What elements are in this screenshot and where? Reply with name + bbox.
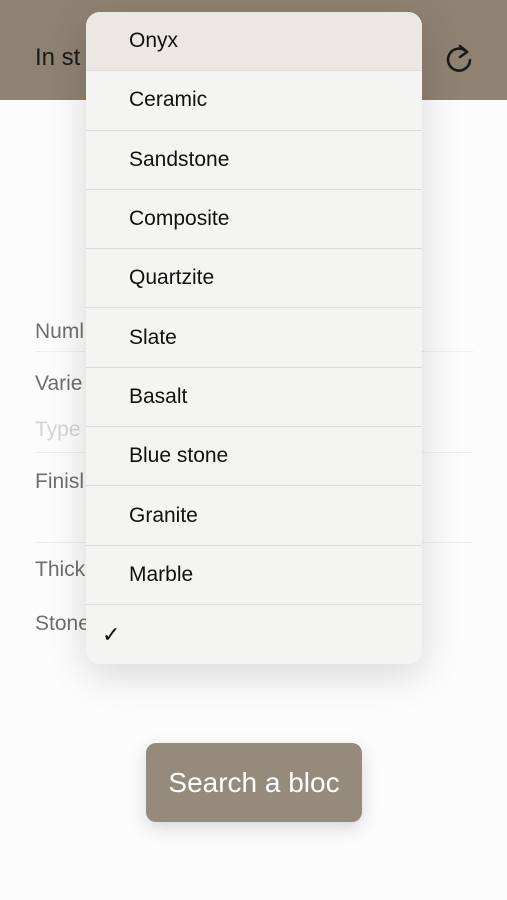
menu-item-quartzite[interactable]: Quartzite — [86, 249, 422, 309]
menu-item-label: Blue stone — [129, 444, 229, 468]
refresh-button[interactable] — [441, 40, 477, 76]
menu-item-label: Marble — [129, 562, 194, 586]
checkmark-icon: ✓ — [102, 621, 121, 647]
menu-item-label: Sandstone — [129, 147, 230, 171]
menu-item-label: Onyx — [129, 29, 179, 53]
page-title: In st — [35, 44, 81, 71]
menu-item-label: Ceramic — [129, 88, 208, 112]
menu-item-empty-selected[interactable]: ✓ — [86, 605, 422, 664]
menu-item-marble[interactable]: Marble — [86, 546, 422, 605]
stone-type-dropdown-menu: Onyx Ceramic Sandstone Composite Quartzi… — [86, 12, 422, 664]
refresh-icon — [446, 44, 472, 72]
menu-item-label: Composite — [129, 207, 230, 231]
menu-item-label: Quartzite — [129, 266, 215, 290]
search-bloc-button[interactable]: Search a bloc — [146, 743, 362, 822]
screen: In st Numl Varie Type Finisl Thick Stone… — [0, 0, 507, 900]
menu-item-blue-stone[interactable]: Blue stone — [86, 427, 422, 487]
menu-item-sandstone[interactable]: Sandstone — [86, 131, 422, 190]
menu-item-slate[interactable]: Slate — [86, 308, 422, 368]
menu-item-granite[interactable]: Granite — [86, 486, 422, 546]
menu-item-label: Granite — [129, 503, 198, 527]
menu-item-label: Slate — [129, 325, 177, 349]
menu-item-ceramic[interactable]: Ceramic — [86, 71, 422, 131]
menu-item-label: Basalt — [129, 384, 188, 408]
menu-item-composite[interactable]: Composite — [86, 190, 422, 250]
menu-item-onyx[interactable]: Onyx — [86, 12, 422, 72]
menu-item-basalt[interactable]: Basalt — [86, 368, 422, 428]
